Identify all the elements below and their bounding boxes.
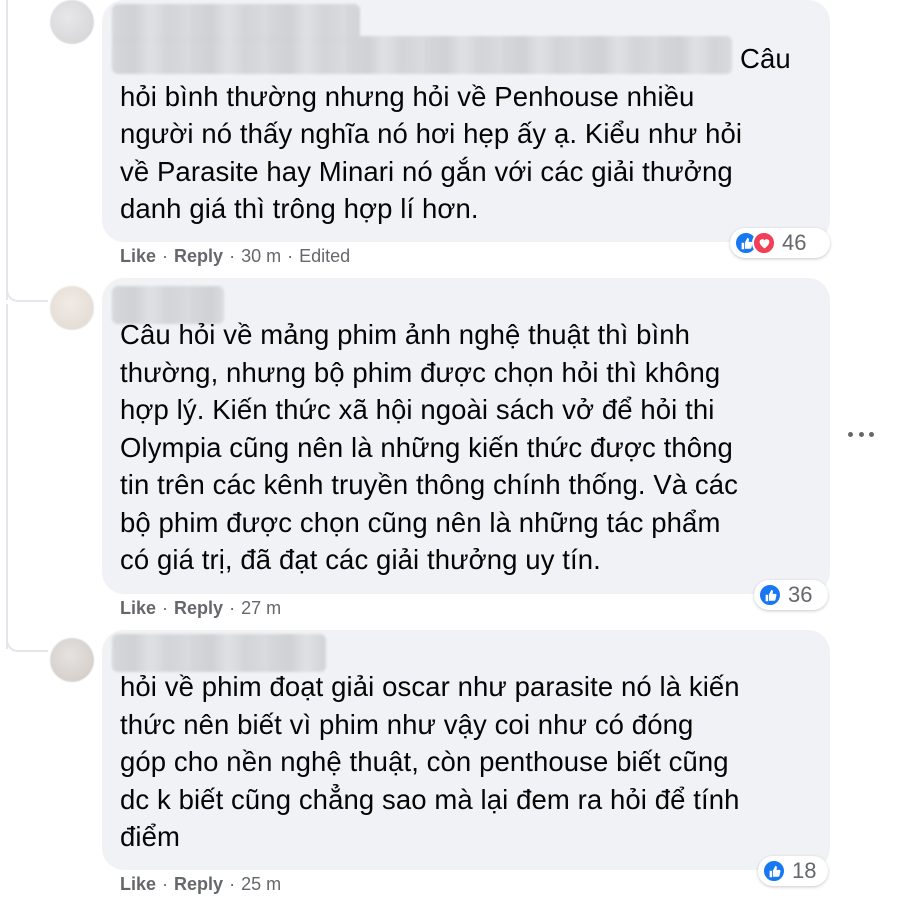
comment-text-first-word: Câu: [740, 43, 791, 74]
dot-icon: [869, 431, 874, 437]
like-button[interactable]: Like: [120, 246, 156, 266]
comment-thread: Câu hỏi bình thường nhưng hỏi về Penhous…: [0, 0, 898, 898]
comment-text: hỏi về phim đoạt giải oscar như parasite…: [120, 671, 740, 852]
avatar[interactable]: [50, 638, 94, 682]
reply-button[interactable]: Reply: [174, 246, 223, 266]
reactions-pill[interactable]: 46: [730, 228, 830, 258]
love-icon: [752, 231, 776, 255]
timestamp[interactable]: 25 m: [241, 874, 281, 894]
comment-text: Câu hỏi về mảng phim ảnh nghệ thuật thì …: [120, 319, 739, 575]
more-options-button[interactable]: [848, 424, 874, 444]
timestamp[interactable]: 27 m: [241, 598, 281, 618]
like-button[interactable]: Like: [120, 598, 156, 618]
comment-bubble: Câu hỏi về mảng phim ảnh nghệ thuật thì …: [102, 278, 830, 594]
comment-text-body: hỏi bình thường nhưng hỏi về Penhouse nh…: [120, 80, 743, 225]
reaction-count: 46: [782, 230, 807, 255]
like-icon: [762, 859, 786, 883]
edited-label[interactable]: Edited: [299, 246, 350, 266]
thread-connector: [6, 636, 48, 652]
comment-text: Câu hỏi bình thường nhưng hỏi về Penhous…: [120, 40, 812, 228]
comment-actions: Like · Reply · 30 m · Edited: [120, 246, 350, 267]
separator: ·: [229, 874, 236, 894]
reaction-count: 36: [788, 582, 813, 607]
separator: ·: [229, 246, 236, 266]
comment-actions: Like · Reply · 27 m: [120, 598, 281, 619]
dot-icon: [858, 431, 864, 437]
separator: ·: [162, 874, 169, 894]
dot-icon: [848, 431, 853, 437]
comment-bubble: Câu hỏi bình thường nhưng hỏi về Penhous…: [102, 0, 830, 242]
reactions-pill[interactable]: 36: [754, 580, 828, 610]
avatar[interactable]: [50, 0, 94, 44]
thread-line: [6, 304, 8, 649]
reply-button[interactable]: Reply: [174, 874, 223, 894]
separator: ·: [162, 246, 169, 266]
thread-connector: [6, 286, 48, 302]
thread-line: [6, 0, 8, 300]
separator: ·: [162, 598, 169, 618]
reactions-pill[interactable]: 18: [758, 856, 828, 886]
redacted-author-name: [112, 634, 326, 672]
like-icon: [758, 583, 782, 607]
reaction-count: 18: [792, 858, 817, 883]
comment-bubble: hỏi về phim đoạt giải oscar như parasite…: [102, 630, 830, 870]
comment-actions: Like · Reply · 25 m: [120, 874, 281, 895]
like-button[interactable]: Like: [120, 874, 156, 894]
avatar[interactable]: [50, 286, 94, 330]
separator: ·: [229, 598, 236, 618]
separator: ·: [287, 246, 294, 266]
timestamp[interactable]: 30 m: [241, 246, 281, 266]
reply-button[interactable]: Reply: [174, 598, 223, 618]
